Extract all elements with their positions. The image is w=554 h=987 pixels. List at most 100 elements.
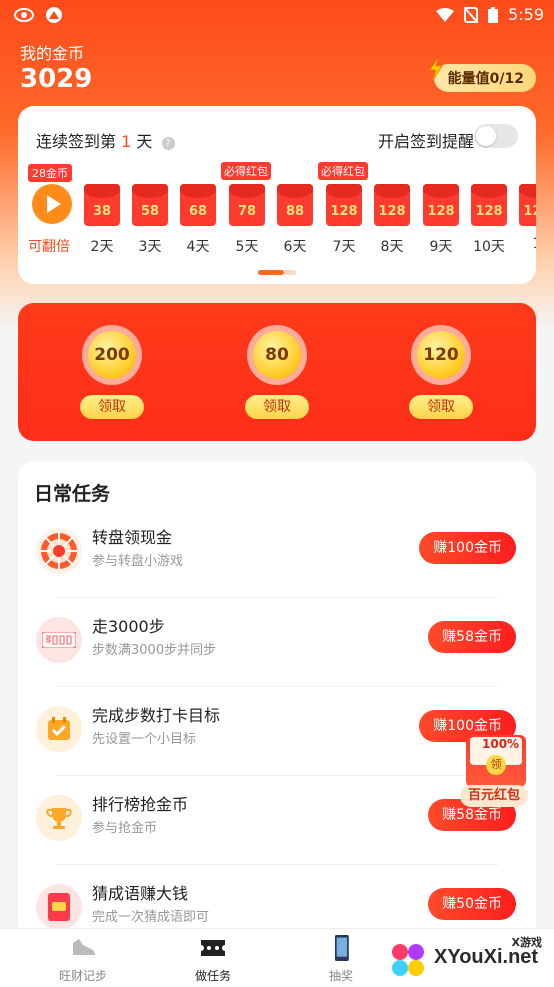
no-sim-icon — [464, 6, 479, 23]
lightning-icon — [428, 58, 443, 80]
today-reward-tag: 28金币 — [28, 164, 72, 182]
task-name: 完成步数打卡目标 — [92, 706, 221, 725]
task-desc: 步数满3000步并同步 — [92, 643, 217, 658]
red-envelope-icon: 128 — [423, 184, 459, 226]
nav-label: 旺财记步 — [58, 969, 107, 983]
watermark-tag: X游戏 — [511, 936, 542, 949]
coin-icon: 80 — [253, 331, 301, 379]
sign-in-day[interactable]: 128 10天 — [469, 162, 509, 262]
earn-button[interactable]: 赚50金币 — [428, 888, 516, 920]
eye-app-icon — [14, 8, 34, 22]
sign-in-day-count: 1 — [121, 132, 132, 151]
sign-in-days: 28金币 可翻倍 38 2天 58 3天 68 4天 必得红包 78 5天 88 6天 必得… — [18, 162, 536, 262]
earn-button[interactable]: 赚100金币 — [419, 532, 516, 564]
status-bar: 5:59 — [0, 0, 554, 30]
day-label: 5天 — [235, 239, 259, 255]
task-desc: 参与抢金币 — [92, 821, 158, 836]
ticket-icon — [201, 940, 225, 956]
earn-button[interactable]: 赚58金币 — [428, 621, 516, 653]
red-envelope-icon: 78 — [229, 184, 265, 226]
sign-in-day[interactable]: 128 9天 — [421, 162, 461, 262]
status-time: 5:59 — [508, 5, 544, 24]
play-video-icon[interactable] — [32, 184, 72, 224]
nav-tab-steps[interactable]: 旺财记步 — [28, 933, 138, 985]
sign-in-suffix: 天 — [136, 132, 153, 151]
energy-badge[interactable]: 能量值0/12 — [428, 58, 536, 92]
nav-tab-tasks[interactable]: 做任务 — [158, 933, 268, 985]
claim-button[interactable]: 领取 — [245, 395, 309, 419]
nav-label: 抽奖 — [328, 969, 353, 983]
day-label: 7天 — [332, 239, 356, 255]
task-item: 走3000步 步数满3000步并同步 赚58金币 — [18, 617, 536, 705]
nav-tab-lottery[interactable]: 抽奖 — [286, 933, 396, 985]
task-desc: 参与转盘小游戏 — [92, 554, 184, 569]
day-label: 8天 — [380, 239, 404, 255]
floating-red-packet[interactable]: 100% 领 百元红包 — [452, 735, 546, 807]
gamepad-logo-icon — [392, 944, 424, 976]
sign-in-day[interactable]: 68 4天 — [178, 162, 218, 262]
page-indicator — [258, 270, 296, 275]
red-envelope-icon: 38 — [84, 184, 120, 226]
claim-button[interactable]: 领取 — [80, 395, 144, 419]
day-label: 1 — [517, 236, 536, 252]
double-label: 可翻倍 — [28, 239, 70, 255]
calendar-check-icon — [36, 706, 82, 752]
day-label: 3天 — [138, 239, 162, 255]
toggle-knob — [476, 126, 496, 146]
task-name: 走3000步 — [92, 617, 165, 636]
red-envelope-icon: 128 — [471, 184, 507, 226]
shoe-icon — [73, 939, 95, 955]
day-label: 9天 — [429, 239, 453, 255]
red-envelope-icon: 88 — [277, 184, 313, 226]
day-label: 2天 — [90, 239, 114, 255]
coin-bubble[interactable]: 200 领取 — [80, 325, 144, 425]
wifi-icon — [436, 7, 455, 22]
red-envelope-icon: 128 — [326, 184, 362, 226]
trophy-icon — [36, 795, 82, 841]
nav-label: 做任务 — [194, 969, 231, 983]
coin-bubble[interactable]: 80 领取 — [245, 325, 309, 425]
red-packet-label: 百元红包 — [460, 785, 529, 807]
remind-toggle[interactable] — [474, 124, 518, 148]
sign-in-day[interactable]: 必得红包 78 5天 — [221, 162, 271, 262]
energy-label: 能量值0/12 — [447, 71, 524, 87]
coin-icon: 120 — [417, 331, 465, 379]
sign-in-day[interactable]: 128 8天 — [372, 162, 412, 262]
sign-in-card: 连续签到第 1 天 ? 开启签到提醒 28金币 可翻倍 38 2天 58 3天 68… — [18, 106, 536, 284]
task-item: 转盘领现金 参与转盘小游戏 赚100金币 — [18, 528, 536, 616]
coin-icon: 200 — [88, 331, 136, 379]
red-envelope-icon: 58 — [132, 184, 168, 226]
sign-in-day[interactable]: 58 3天 — [130, 162, 170, 262]
sign-in-day[interactable]: 128 1 — [517, 162, 536, 262]
red-packet-get: 领 — [486, 755, 506, 775]
daily-tasks-card: 日常任务 转盘领现金 参与转盘小游戏 赚100金币 走3000步 步数满3000… — [18, 461, 536, 941]
wheel-icon — [36, 528, 82, 574]
coin-title: 我的金币 — [20, 44, 85, 63]
red-packet-percent: 100% — [482, 737, 520, 751]
red-envelope-icon: 68 — [180, 184, 216, 226]
day-label: 4天 — [186, 239, 210, 255]
coin-balance: 3029 — [20, 64, 93, 94]
task-desc: 完成一次猜成语即可 — [92, 910, 210, 925]
sign-in-day[interactable]: 38 2天 — [82, 162, 122, 262]
task-item: 排行榜抢金币 参与抢金币 赚58金币 — [18, 795, 536, 883]
idiom-book-icon — [36, 884, 82, 930]
battery-icon — [488, 6, 499, 23]
sign-in-day[interactable]: 88 6天 — [275, 162, 315, 262]
claim-button[interactable]: 领取 — [409, 395, 473, 419]
red-envelope-icon: 128 — [374, 184, 410, 226]
coin-bubble[interactable]: 120 领取 — [409, 325, 473, 425]
phone-icon — [334, 935, 349, 961]
red-envelope-icon: 128 — [519, 184, 536, 226]
steps-3000-icon — [36, 617, 82, 663]
remind-label: 开启签到提醒 — [377, 132, 474, 151]
sign-in-day[interactable]: 必得红包 128 7天 — [318, 162, 368, 262]
bonus-tag: 必得红包 — [318, 162, 368, 180]
sign-in-prefix: 连续签到第 — [36, 132, 117, 151]
section-title: 日常任务 — [34, 483, 111, 505]
day-label: 10天 — [473, 239, 505, 255]
sign-in-title: 连续签到第 1 天 ? — [36, 128, 175, 152]
app-notification-icon — [46, 7, 62, 23]
task-name: 猜成语赚大钱 — [92, 884, 189, 903]
help-icon[interactable]: ? — [161, 137, 175, 150]
